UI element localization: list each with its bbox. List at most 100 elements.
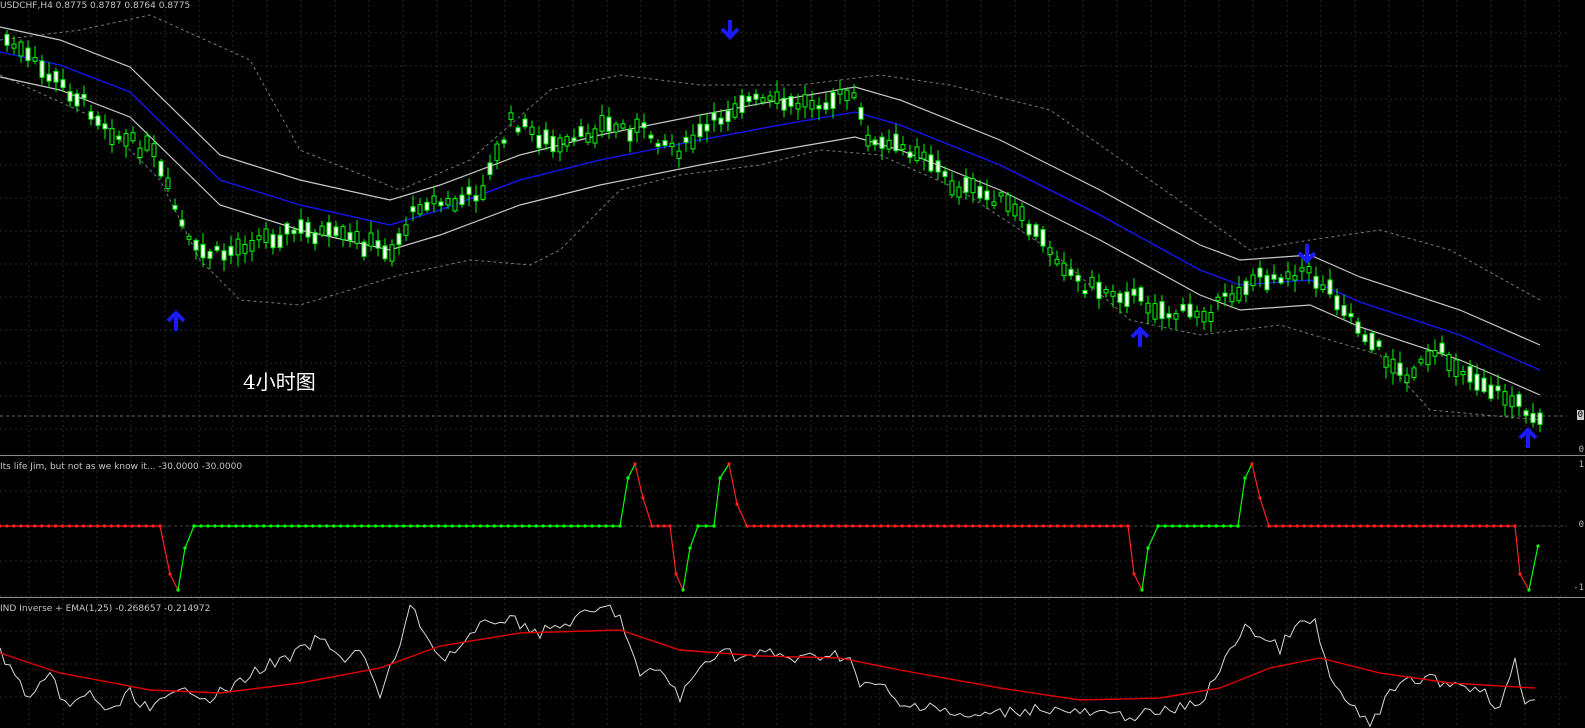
grid: [0, 598, 1567, 728]
candle: [1194, 305, 1200, 327]
candle: [928, 145, 934, 174]
candle: [1341, 294, 1347, 321]
candle: [284, 221, 290, 246]
indicator2-oscillator-line: [0, 604, 1536, 728]
candle: [312, 229, 318, 251]
main-chart-pane[interactable]: USDCHF,H4 0.8775 0.8787 0.8764 0.8775 4小…: [0, 0, 1585, 455]
candle: [865, 125, 871, 152]
candle: [186, 233, 192, 246]
candle: [802, 85, 808, 118]
candle: [1005, 191, 1011, 217]
indicator1-tick-top: 1: [1578, 460, 1584, 470]
indicator1-dots: [176, 462, 637, 592]
candle: [816, 97, 822, 121]
candle: [1516, 391, 1522, 416]
candle: [767, 90, 773, 108]
candle: [1369, 330, 1375, 354]
indicator2-canvas: [0, 598, 1567, 728]
candle: [67, 83, 73, 108]
candle: [851, 84, 857, 100]
candle: [1173, 309, 1179, 331]
indicator2-pane[interactable]: IND Inverse + EMA(1,25) -0.268657 -0.214…: [0, 598, 1585, 728]
candle: [1222, 283, 1228, 306]
candle: [347, 223, 353, 248]
candle: [739, 88, 745, 119]
candle: [333, 221, 339, 238]
candle: [977, 180, 983, 202]
candle: [1355, 317, 1361, 338]
candle: [1404, 367, 1410, 392]
candle: [648, 131, 654, 144]
candle: [417, 198, 423, 217]
indicator1-line-segment: [0, 525, 179, 591]
candle: [1152, 294, 1158, 324]
candle: [32, 45, 38, 65]
candle: [1201, 306, 1207, 330]
candle: [1208, 304, 1214, 332]
candle: [550, 129, 556, 158]
candle: [830, 88, 836, 119]
candle: [1145, 295, 1151, 325]
candle: [1047, 240, 1053, 267]
candle: [529, 120, 535, 142]
indicator2-ema-line: [0, 629, 1536, 701]
candle: [396, 227, 402, 255]
candle: [473, 185, 479, 213]
candle: [60, 68, 66, 93]
candle: [1299, 256, 1305, 281]
candle: [711, 102, 717, 132]
candle: [228, 235, 234, 264]
candle: [690, 124, 696, 154]
candle: [1327, 268, 1333, 299]
candle: [634, 113, 640, 143]
candle: [907, 144, 913, 164]
candle: [599, 104, 605, 138]
candle: [697, 114, 703, 143]
candle: [655, 139, 661, 155]
indicator1-dots: [1250, 462, 1531, 592]
candle: [1124, 282, 1130, 314]
candle: [151, 135, 157, 168]
main-chart-canvas[interactable]: [0, 0, 1585, 455]
candle: [522, 113, 528, 130]
candle: [319, 220, 325, 238]
candle: [879, 132, 885, 160]
price-scale[interactable]: 0 0: [1567, 0, 1585, 455]
candle: [158, 159, 164, 179]
candle: [543, 121, 549, 151]
candle: [25, 40, 31, 68]
candle: [200, 233, 206, 267]
candle: [1096, 274, 1102, 309]
arrow-down-icon: [720, 20, 740, 40]
candle: [431, 185, 437, 212]
candle: [1180, 297, 1186, 313]
candle: [1082, 283, 1088, 299]
candle: [270, 228, 276, 255]
candle: [109, 119, 115, 153]
candle: [368, 221, 374, 251]
indicator1-line-segment: [177, 463, 636, 591]
candle: [578, 119, 584, 139]
candle: [221, 243, 227, 272]
indicator1-pane[interactable]: Its life Jim, but not as we know it... -…: [0, 456, 1585, 597]
candle: [130, 126, 136, 144]
candle: [39, 54, 45, 85]
chart-header: USDCHF,H4 0.8775 0.8787 0.8764 0.8775: [0, 1, 191, 11]
candle: [179, 209, 185, 230]
candle: [669, 134, 675, 156]
candle: [1159, 295, 1165, 330]
candle: [585, 123, 591, 146]
candle: [74, 89, 80, 113]
candle: [1166, 305, 1172, 328]
price-tick: 0: [1578, 445, 1584, 455]
candle: [487, 154, 493, 181]
candle: [466, 178, 472, 206]
candle: [480, 174, 486, 202]
candle: [1019, 202, 1025, 228]
candle: [1054, 250, 1060, 267]
indicator1-scale[interactable]: 1 0 -1: [1567, 456, 1585, 597]
candle: [1040, 225, 1046, 253]
candle: [998, 190, 1004, 203]
candle: [452, 195, 458, 213]
candle: [781, 87, 787, 118]
